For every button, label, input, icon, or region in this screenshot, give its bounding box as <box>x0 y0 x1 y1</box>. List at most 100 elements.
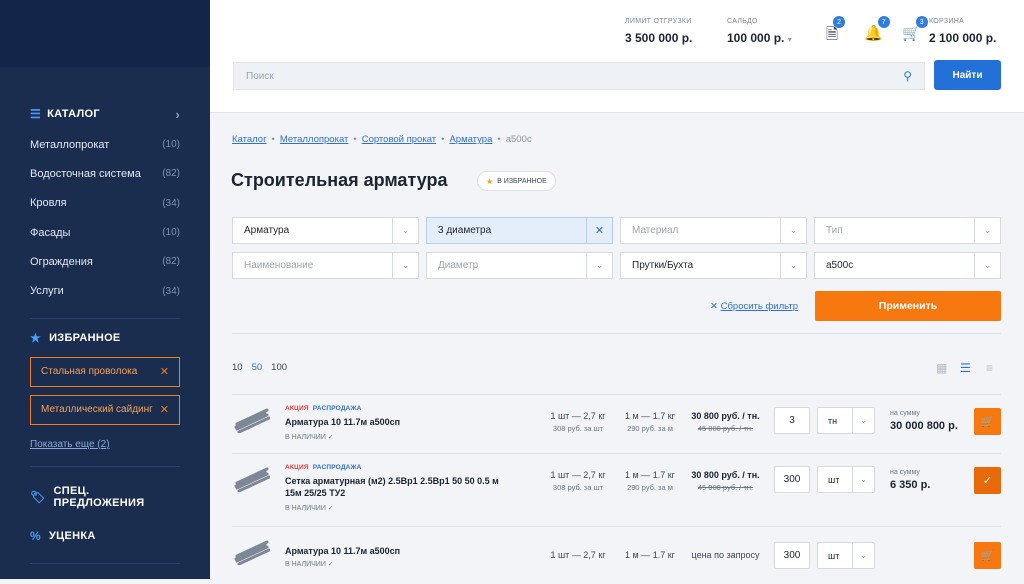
chevron-down-icon[interactable]: ⌄ <box>780 218 806 243</box>
cart-badge: 3 <box>915 16 928 28</box>
favorite-tag[interactable]: Металлический сайдинг ✕ <box>30 394 180 425</box>
unit-select[interactable]: шт ⌄ <box>817 466 875 493</box>
breadcrumb-link[interactable]: Арматура <box>449 134 492 145</box>
per-page-option[interactable]: 10 <box>232 362 243 373</box>
cart-total[interactable]: КОРЗИНА 2 100 000 р. <box>929 18 996 45</box>
unit-select[interactable]: тн ⌄ <box>817 407 875 434</box>
close-icon[interactable]: ✕ <box>586 218 612 243</box>
search-icon[interactable]: ⚲ <box>903 69 912 83</box>
promo-badge: АКЦИЯ <box>285 464 309 471</box>
chevron-down-icon[interactable]: ⌄ <box>852 467 874 492</box>
chevron-right-icon[interactable]: › <box>175 107 180 122</box>
compact-view-icon[interactable]: ≡ <box>986 361 993 375</box>
favorite-tag-label: Металлический сайдинг <box>41 404 153 416</box>
filter-value: а500с <box>826 260 854 271</box>
divider <box>30 562 180 564</box>
favorites-header[interactable]: ★ ИЗБРАННОЕ <box>30 331 180 345</box>
search-button[interactable]: Найти <box>934 60 1001 90</box>
weight-per-meter: 1 м — 1.7 кг 290 руб. за м <box>616 411 684 433</box>
filter-grade-select[interactable]: а500с ⌄ <box>814 252 1001 279</box>
chevron-down-icon[interactable]: ⌄ <box>852 408 874 433</box>
chevron-down-icon[interactable]: ⌄ <box>974 218 1000 243</box>
add-to-favorites-button[interactable]: ★ В ИЗБРАННОЕ <box>477 171 556 191</box>
sum-value: 6 350 р. <box>890 479 931 491</box>
product-name[interactable]: Арматура 10 11.7м а500сп <box>285 416 515 428</box>
filter-material-select[interactable]: Материал ⌄ <box>620 217 807 244</box>
price-per-piece: 308 руб. за шт <box>552 424 604 433</box>
quantity-input[interactable]: 300 <box>774 542 810 569</box>
per-page-option-active[interactable]: 50 <box>252 362 263 373</box>
sidebar-item-fences[interactable]: Ограждения (82) <box>30 247 180 276</box>
close-icon[interactable]: ✕ <box>160 403 169 416</box>
product-tags: АКЦИЯ РАСПРОДАЖА <box>285 405 362 412</box>
price-per-piece: 308 руб. за шт <box>552 483 604 492</box>
unit-value: шт <box>828 550 840 561</box>
unit-value: шт <box>828 474 840 485</box>
sidebar-item-drainage[interactable]: Водосточная система (82) <box>30 159 180 188</box>
saldo[interactable]: САЛЬДО 100 000 р. ▾ <box>727 18 792 45</box>
added-to-cart-button[interactable]: ✓ <box>974 467 1001 494</box>
filter-kind-select[interactable]: Тип ⌄ <box>814 217 1001 244</box>
divider <box>232 333 1001 334</box>
discount-link[interactable]: % УЦЕНКА <box>30 529 180 543</box>
catalog-header[interactable]: ☰ КАТАЛОГ › <box>30 103 180 125</box>
show-more-link[interactable]: Показать еще (2) <box>30 439 180 450</box>
sidebar-item-roofing[interactable]: Кровля (34) <box>30 189 180 218</box>
filter-diameter-chip[interactable]: 3 диаметра ✕ <box>426 217 613 244</box>
breadcrumb-separator: • <box>271 134 275 145</box>
cart-icon[interactable]: 🛒 3 <box>902 16 928 42</box>
close-icon[interactable]: ✕ <box>160 365 169 378</box>
per-page-option[interactable]: 100 <box>271 362 287 373</box>
catalog-label: КАТАЛОГ <box>47 108 100 120</box>
star-icon: ★ <box>30 330 42 345</box>
product-name[interactable]: Сетка арматурная (м2) 2.5Вр1 2.5Вр1 50 5… <box>285 475 515 499</box>
product-image <box>234 467 270 492</box>
chevron-down-icon[interactable]: ⌄ <box>852 543 874 568</box>
reset-filter-link[interactable]: ✕ Сбросить фильтр <box>710 301 798 312</box>
cart-value: 2 100 000 р. <box>929 31 997 45</box>
filter-name-select[interactable]: Наименование ⌄ <box>232 252 419 279</box>
chevron-down-icon[interactable]: ⌄ <box>780 253 806 278</box>
add-to-cart-button[interactable]: 🛒 <box>974 408 1001 435</box>
bell-icon[interactable]: 🔔 7 <box>864 16 890 42</box>
discount-label: УЦЕНКА <box>48 529 96 542</box>
search-input[interactable]: Поиск ⚲ <box>233 62 925 90</box>
sidebar-item-services[interactable]: Услуги (34) <box>30 276 180 305</box>
shipment-limit-value: 3 500 000 р. <box>625 31 693 45</box>
category-label: Фасады <box>30 226 71 239</box>
weight-per-meter: 1 м — 1.7 кг <box>616 550 684 560</box>
documents-icon[interactable]: 🗎 2 <box>826 16 846 49</box>
sidebar-item-metalloprokat[interactable]: Металлопрокат (10) <box>30 130 180 159</box>
quantity-input[interactable]: 300 <box>774 466 810 493</box>
product-tags: АКЦИЯ РАСПРОДАЖА <box>285 464 362 471</box>
product-name[interactable]: Арматура 10 11.7м а500сп <box>285 545 515 557</box>
unit-select[interactable]: шт ⌄ <box>817 542 875 569</box>
grid-view-icon[interactable]: ▦ <box>936 361 947 375</box>
price-per-meter: 290 руб. за м <box>627 483 673 492</box>
list-view-icon[interactable]: ☰ <box>960 361 971 375</box>
weight-per-meter-value: 1 м — 1.7 кг <box>625 550 675 560</box>
breadcrumb-link[interactable]: Металлопрокат <box>280 134 349 145</box>
apply-filter-button[interactable]: Применить <box>815 291 1001 321</box>
price: 30 800 руб. / тн. 45 000 руб. / тн. <box>688 470 763 492</box>
add-to-cart-button[interactable]: 🛒 <box>974 542 1001 569</box>
quantity-input[interactable]: 3 <box>774 407 810 434</box>
chevron-down-icon[interactable]: ⌄ <box>586 253 612 278</box>
special-offers-label: СПЕЦ. ПРЕДЛОЖЕНИЯ <box>53 484 145 509</box>
chevron-down-icon[interactable]: ⌄ <box>392 253 418 278</box>
weight-per-meter: 1 м — 1.7 кг 290 руб. за м <box>616 470 684 492</box>
breadcrumb-link[interactable]: Каталог <box>232 134 267 145</box>
filter-placeholder: Материал <box>632 225 679 236</box>
category-label: Ограждения <box>30 255 93 268</box>
chevron-down-icon[interactable]: ⌄ <box>392 218 418 243</box>
chevron-down-icon[interactable]: ⌄ <box>974 253 1000 278</box>
filter-diameter-select[interactable]: Диаметр ⌄ <box>426 252 613 279</box>
special-offers-link[interactable]: 🏷 СПЕЦ. ПРЕДЛОЖЕНИЯ <box>30 485 180 509</box>
per-page-selector: 10 50 100 <box>232 362 287 373</box>
filter-type-select[interactable]: Арматура ⌄ <box>232 217 419 244</box>
sidebar-item-facades[interactable]: Фасады (10) <box>30 218 180 247</box>
filter-form-select[interactable]: Прутки/Бухта ⌄ <box>620 252 807 279</box>
filter-placeholder: Диаметр <box>438 260 479 271</box>
breadcrumb-link[interactable]: Сортовой прокат <box>362 134 436 145</box>
favorite-tag[interactable]: Стальная проволока ✕ <box>30 356 180 387</box>
